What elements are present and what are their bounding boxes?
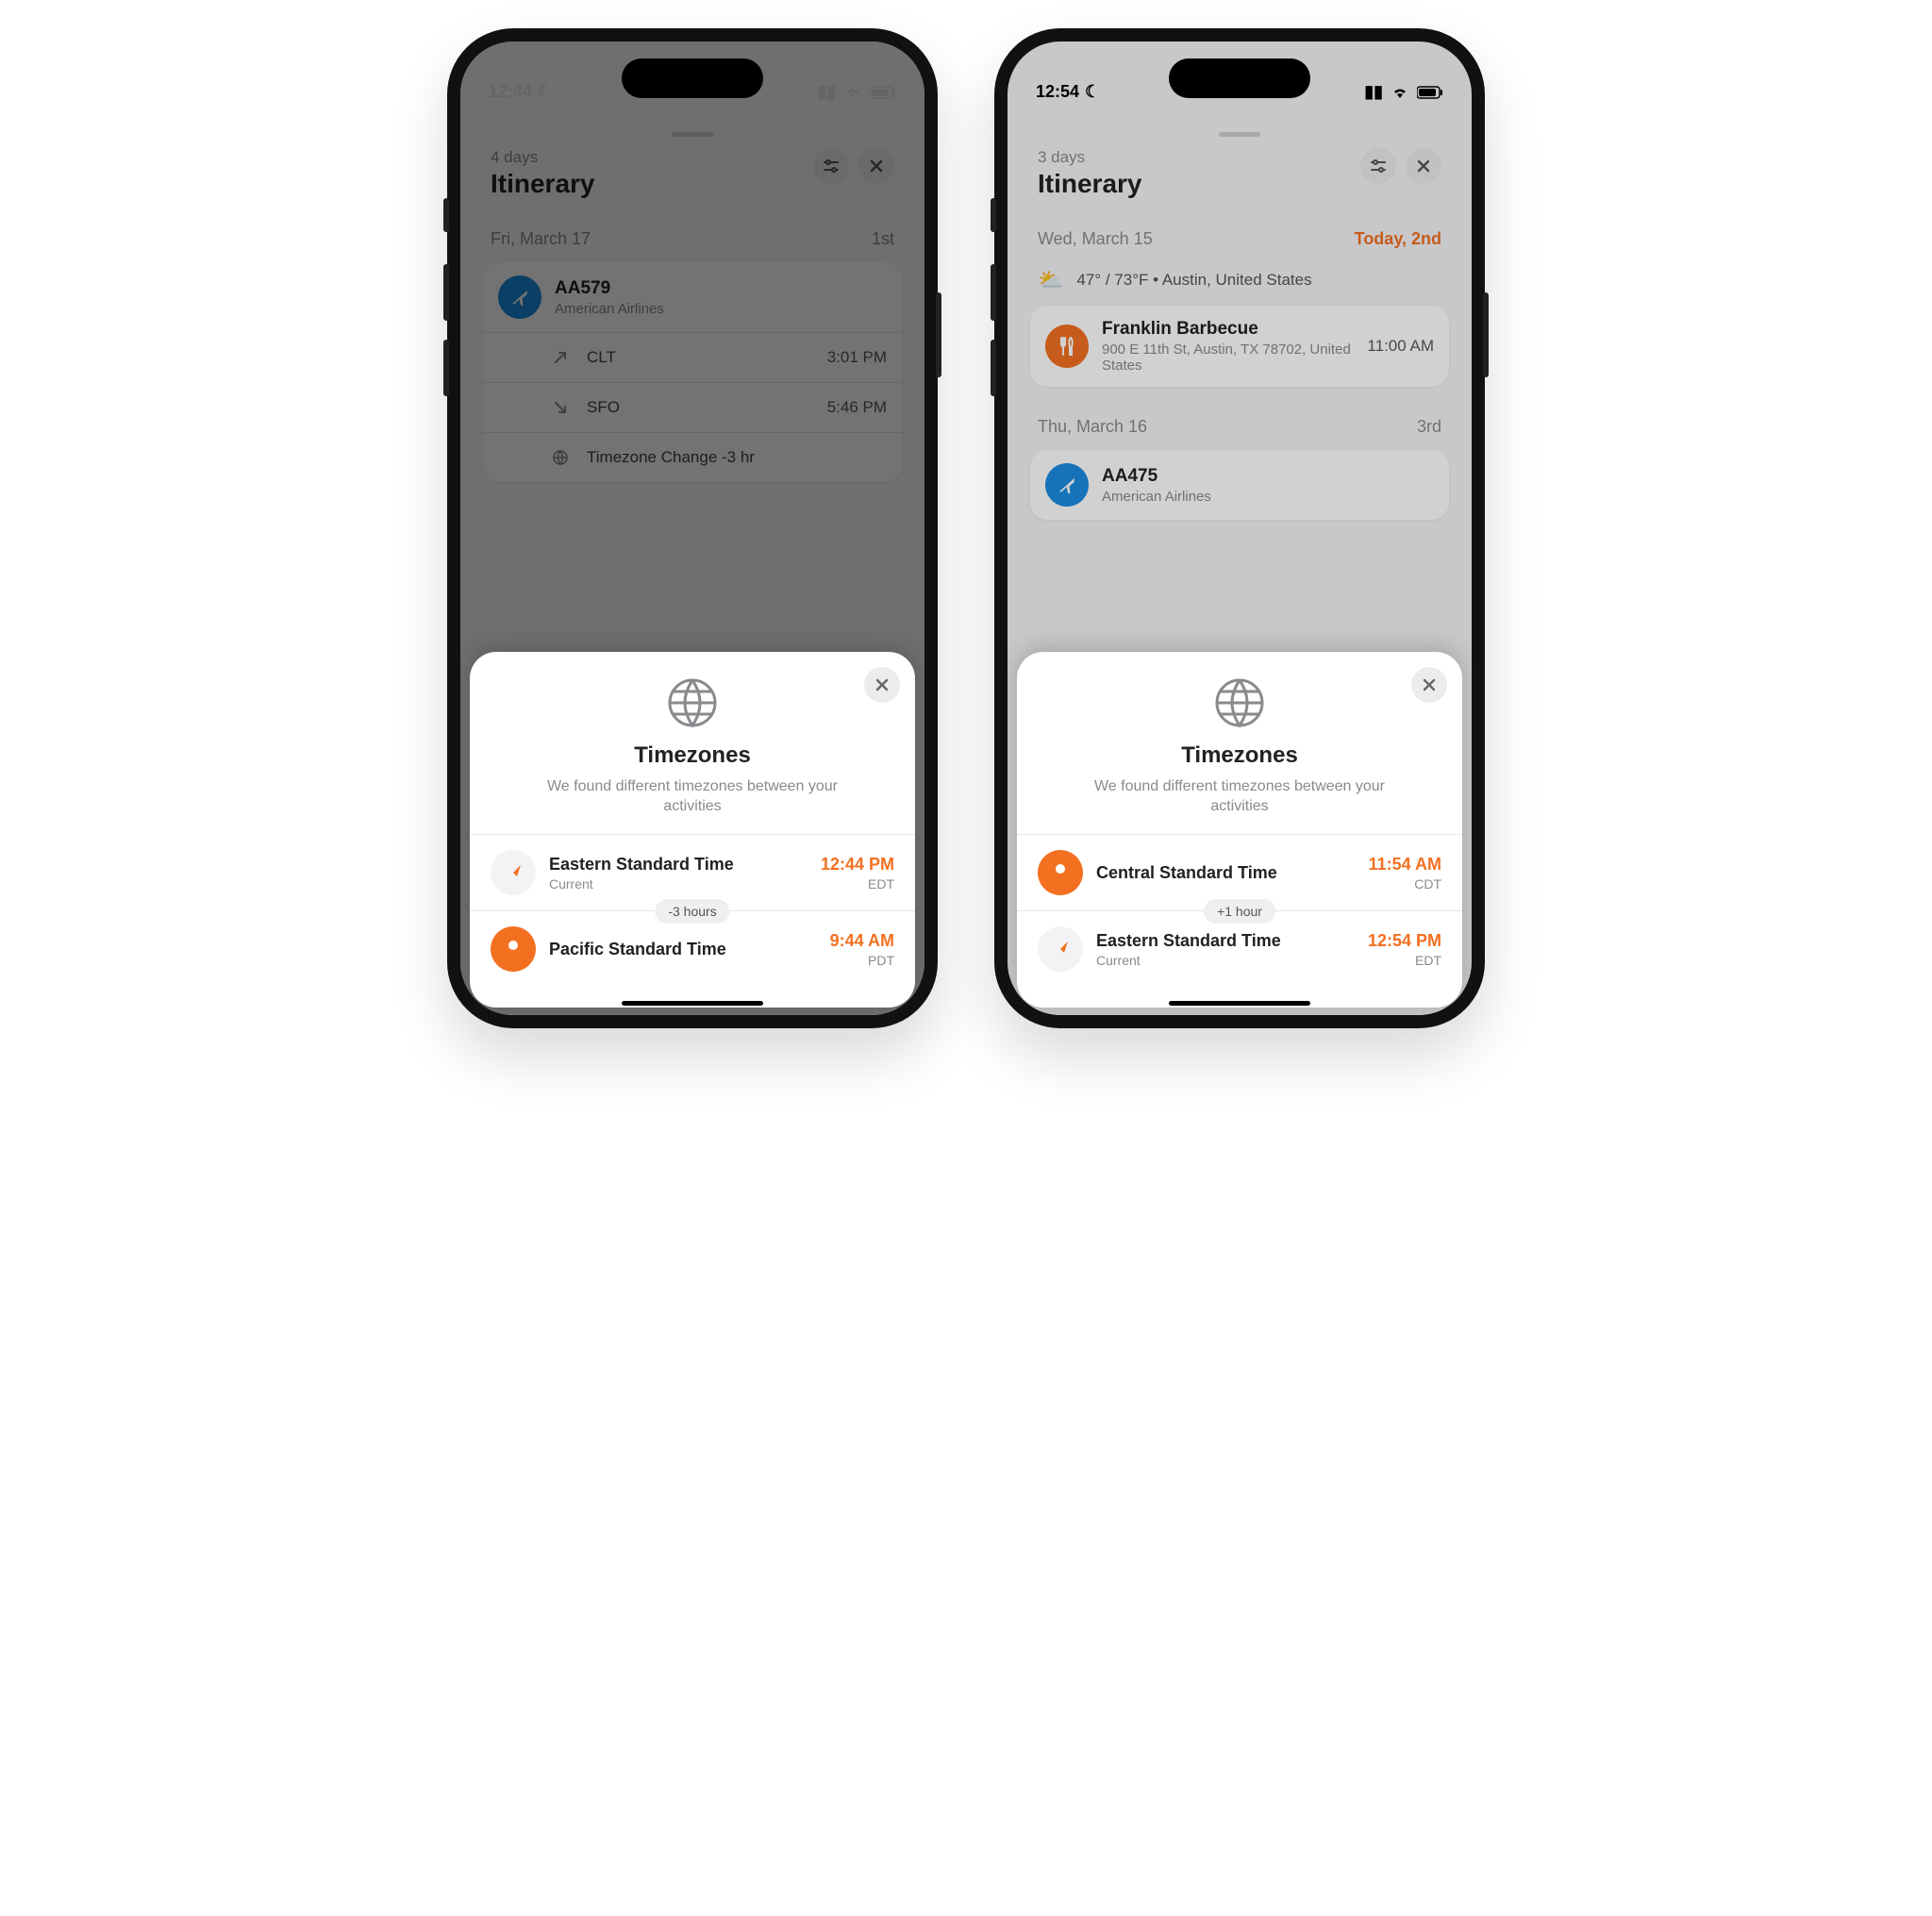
modal-close-button[interactable] xyxy=(1411,667,1447,703)
modal-close-button[interactable] xyxy=(864,667,900,703)
tz-name: Eastern Standard Time xyxy=(549,855,808,875)
tz-name: Central Standard Time xyxy=(1096,863,1356,883)
tz-current-label: Current xyxy=(549,876,808,891)
tz-abbr: EDT xyxy=(1368,953,1441,968)
home-indicator[interactable] xyxy=(1169,1001,1310,1006)
close-icon xyxy=(1422,677,1437,692)
dynamic-island xyxy=(622,58,763,98)
home-indicator[interactable] xyxy=(622,1001,763,1006)
dynamic-island xyxy=(1169,58,1310,98)
globe-icon xyxy=(1213,676,1266,729)
close-icon xyxy=(874,677,890,692)
map-pin-icon xyxy=(491,926,536,972)
timezones-modal: Timezones We found different timezones b… xyxy=(470,652,915,1008)
tz-current-label: Current xyxy=(1096,953,1355,968)
tz-abbr: CDT xyxy=(1369,876,1441,891)
modal-title: Timezones xyxy=(1181,742,1298,769)
tz-name: Eastern Standard Time xyxy=(1096,931,1355,951)
tz-time: 12:44 PM xyxy=(821,855,894,875)
timezone-row[interactable]: -3 hours Pacific Standard Time 9:44 AM P… xyxy=(470,910,915,987)
timezones-modal: Timezones We found different timezones b… xyxy=(1017,652,1462,1008)
modal-subtitle: We found different timezones between you… xyxy=(523,776,862,817)
tz-time: 12:54 PM xyxy=(1368,931,1441,951)
tz-abbr: PDT xyxy=(830,953,894,968)
modal-subtitle: We found different timezones between you… xyxy=(1070,776,1409,817)
tz-delta-badge: -3 hours xyxy=(655,899,729,924)
map-pin-icon xyxy=(1038,850,1083,895)
globe-icon xyxy=(666,676,719,729)
tz-time: 11:54 AM xyxy=(1369,855,1441,875)
phone-mockup-2: 12:54 ☾ ▮▮ 3 days Itinerary xyxy=(994,28,1485,1028)
tz-abbr: EDT xyxy=(821,876,894,891)
modal-title: Timezones xyxy=(634,742,751,769)
compass-arrow-icon xyxy=(1038,926,1083,972)
compass-arrow-icon xyxy=(491,850,536,895)
tz-name: Pacific Standard Time xyxy=(549,940,817,959)
timezone-row[interactable]: +1 hour Eastern Standard Time Current 12… xyxy=(1017,910,1462,987)
tz-delta-badge: +1 hour xyxy=(1204,899,1275,924)
phone-mockup-1: 12:44 ☾ ▮▮ 4 days Itinerary xyxy=(447,28,938,1028)
tz-time: 9:44 AM xyxy=(830,931,894,951)
